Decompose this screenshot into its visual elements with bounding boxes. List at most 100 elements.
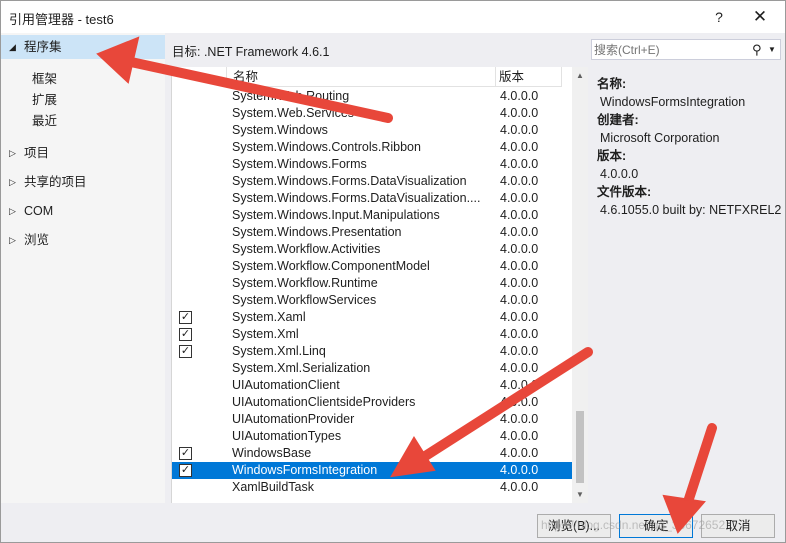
title-bar: 引用管理器 - test6 ? ✕ bbox=[1, 1, 785, 33]
table-row[interactable]: UIAutomationTypes 4.0.0.0 bbox=[172, 428, 572, 445]
row-version: 4.0.0.0 bbox=[500, 191, 539, 205]
table-row[interactable]: System.Windows.Forms 4.0.0.0 bbox=[172, 156, 572, 173]
table-row[interactable]: ✓ System.Xml 4.0.0.0 bbox=[172, 326, 572, 343]
row-version: 4.0.0.0 bbox=[500, 310, 539, 324]
row-name: UIAutomationProvider bbox=[232, 412, 355, 426]
nav-sub-recent[interactable]: 最近 bbox=[32, 111, 57, 131]
scroll-up-icon[interactable]: ▲ bbox=[572, 67, 588, 84]
table-row[interactable]: System.Windows.Forms.DataVisualization..… bbox=[172, 190, 572, 207]
nav-item-label: 程序集 bbox=[24, 40, 62, 54]
row-name: System.Windows.Input.Manipulations bbox=[232, 208, 440, 222]
table-row[interactable]: System.Web.Services 4.0.0.0 bbox=[172, 105, 572, 122]
scroll-thumb[interactable] bbox=[576, 411, 584, 483]
details-pane: 名称: WindowsFormsIntegration 创建者: Microso… bbox=[597, 75, 781, 219]
nav-item-shared-projects[interactable]: ▷ 共享的项目 bbox=[1, 170, 165, 194]
table-row[interactable]: UIAutomationClientsideProviders 4.0.0.0 bbox=[172, 394, 572, 411]
table-row[interactable]: System.Windows.Forms.DataVisualization 4.… bbox=[172, 173, 572, 190]
help-button[interactable]: ? bbox=[709, 7, 729, 27]
row-name: UIAutomationClientsideProviders bbox=[232, 395, 416, 409]
table-row[interactable]: System.Windows 4.0.0.0 bbox=[172, 122, 572, 139]
table-row[interactable]: ✓ WindowsFormsIntegration 4.0.0.0 bbox=[172, 462, 572, 479]
search-input[interactable] bbox=[594, 41, 744, 58]
search-dropdown-icon[interactable]: ▼ bbox=[768, 41, 776, 58]
row-checkbox[interactable]: ✓ bbox=[179, 464, 192, 477]
scroll-down-icon[interactable]: ▼ bbox=[572, 486, 588, 503]
nav-item-browse[interactable]: ▷ 浏览 bbox=[1, 228, 165, 252]
nav-pane: ◢ 程序集 框架 扩展 最近 ▷ 项目 ▷ 共享的项目 ▷ COM ▷ 浏览 bbox=[1, 33, 165, 503]
row-version: 4.0.0.0 bbox=[500, 327, 539, 341]
row-version: 4.0.0.0 bbox=[500, 89, 539, 103]
row-name: System.Xml.Linq bbox=[232, 344, 326, 358]
table-row[interactable]: System.WorkflowServices 4.0.0.0 bbox=[172, 292, 572, 309]
row-checkbox[interactable]: ✓ bbox=[179, 447, 192, 460]
collapsed-arrow-icon: ▷ bbox=[9, 177, 16, 187]
detail-name-label: 名称: bbox=[597, 77, 627, 91]
row-version: 4.0.0.0 bbox=[500, 412, 539, 426]
row-name: System.Windows.Forms.DataVisualization bbox=[232, 174, 467, 188]
row-name: System.Xaml bbox=[232, 310, 306, 324]
row-checkbox[interactable]: ✓ bbox=[179, 311, 192, 324]
row-name: System.Workflow.Activities bbox=[232, 242, 381, 256]
row-name: System.Web.Routing bbox=[232, 89, 350, 103]
table-row[interactable]: System.Workflow.Activities 4.0.0.0 bbox=[172, 241, 572, 258]
table-row[interactable]: ✓ System.Xml.Linq 4.0.0.0 bbox=[172, 343, 572, 360]
nav-item-label: 项目 bbox=[24, 146, 50, 160]
row-name: System.Xml.Serialization bbox=[232, 361, 371, 375]
assembly-list: 名称 版本 System.Web.Routing 4.0.0.0 System.We… bbox=[171, 67, 588, 503]
row-name: WindowsFormsIntegration bbox=[232, 463, 378, 477]
row-version: 4.0.0.0 bbox=[500, 480, 539, 494]
row-name: UIAutomationTypes bbox=[232, 429, 342, 443]
table-row[interactable]: XamlBuildTask 4.0.0.0 bbox=[172, 479, 572, 496]
table-row[interactable]: System.Xml.Serialization 4.0.0.0 bbox=[172, 360, 572, 377]
close-button[interactable]: ✕ bbox=[745, 4, 775, 30]
row-version: 4.0.0.0 bbox=[500, 361, 539, 375]
table-row[interactable]: System.Windows.Controls.Ribbon 4.0.0.0 bbox=[172, 139, 572, 156]
column-header-name[interactable]: 名称 bbox=[226, 67, 496, 87]
table-row[interactable]: System.Workflow.Runtime 4.0.0.0 bbox=[172, 275, 572, 292]
target-framework-label: 目标: .NET Framework 4.6.1 bbox=[172, 45, 330, 59]
collapsed-arrow-icon: ▷ bbox=[9, 206, 16, 216]
nav-item-projects[interactable]: ▷ 项目 bbox=[1, 141, 165, 165]
row-version: 4.0.0.0 bbox=[500, 242, 539, 256]
nav-sub-extensions[interactable]: 扩展 bbox=[32, 90, 57, 110]
table-row[interactable]: System.Windows.Presentation 4.0.0.0 bbox=[172, 224, 572, 241]
table-row[interactable]: UIAutomationProvider 4.0.0.0 bbox=[172, 411, 572, 428]
row-name: System.Windows bbox=[232, 123, 328, 137]
table-row[interactable]: UIAutomationClient 4.0.0.0 bbox=[172, 377, 572, 394]
row-version: 4.0.0.0 bbox=[500, 463, 539, 477]
row-name: System.Windows.Forms.DataVisualization..… bbox=[232, 191, 481, 205]
table-row[interactable]: System.Web.Routing 4.0.0.0 bbox=[172, 88, 572, 105]
watermark: https://blog.csdn.net/qq_38672652 bbox=[541, 518, 726, 532]
row-version: 4.0.0.0 bbox=[500, 140, 539, 154]
row-version: 4.0.0.0 bbox=[500, 123, 539, 137]
row-name: UIAutomationClient bbox=[232, 378, 340, 392]
table-row[interactable]: ✓ System.Xaml 4.0.0.0 bbox=[172, 309, 572, 326]
collapsed-arrow-icon: ▷ bbox=[9, 235, 16, 245]
row-checkbox[interactable]: ✓ bbox=[179, 328, 192, 341]
row-version: 4.0.0.0 bbox=[500, 395, 539, 409]
table-row[interactable]: System.Workflow.ComponentModel 4.0.0.0 bbox=[172, 258, 572, 275]
row-version: 4.0.0.0 bbox=[500, 106, 539, 120]
row-version: 4.0.0.0 bbox=[500, 157, 539, 171]
detail-author-label: 创建者: bbox=[597, 113, 639, 127]
list-scrollbar[interactable]: ▲ ▼ bbox=[572, 67, 588, 503]
nav-sub-framework[interactable]: 框架 bbox=[32, 69, 57, 89]
search-icon[interactable]: ⚲ bbox=[752, 41, 762, 58]
nav-item-assemblies[interactable]: ◢ 程序集 bbox=[1, 35, 165, 59]
detail-file-version-value: 4.6.1055.0 built by: NETFXREL2 bbox=[600, 203, 782, 217]
table-row[interactable]: ✓ WindowsBase 4.0.0.0 bbox=[172, 445, 572, 462]
row-version: 4.0.0.0 bbox=[500, 378, 539, 392]
nav-item-com[interactable]: ▷ COM bbox=[1, 199, 165, 223]
row-version: 4.0.0.0 bbox=[500, 225, 539, 239]
row-name: System.Windows.Controls.Ribbon bbox=[232, 140, 421, 154]
row-name: System.Windows.Presentation bbox=[232, 225, 402, 239]
column-header-version[interactable]: 版本 bbox=[496, 67, 562, 87]
row-name: System.Web.Services bbox=[232, 106, 355, 120]
collapsed-arrow-icon: ▷ bbox=[9, 148, 16, 158]
row-version: 4.0.0.0 bbox=[500, 344, 539, 358]
table-row[interactable]: System.Windows.Input.Manipulations 4.0.0.… bbox=[172, 207, 572, 224]
row-version: 4.0.0.0 bbox=[500, 174, 539, 188]
row-name: System.WorkflowServices bbox=[232, 293, 377, 307]
search-box[interactable]: ⚲ ▼ bbox=[591, 39, 781, 60]
row-checkbox[interactable]: ✓ bbox=[179, 345, 192, 358]
